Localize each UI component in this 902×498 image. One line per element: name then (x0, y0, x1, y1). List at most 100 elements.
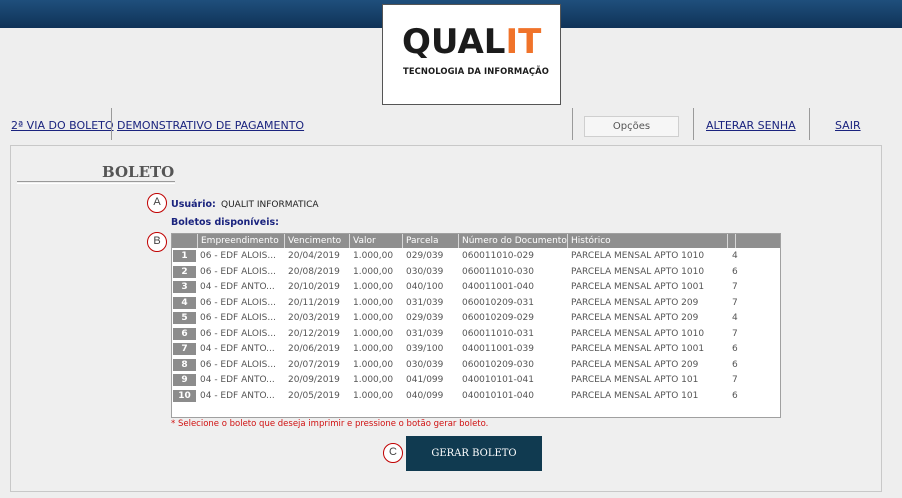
table-row[interactable]: 9 04 - EDF ANTO... 20/09/2019 1.000,00 0… (172, 373, 780, 388)
table-row[interactable]: 3 04 - EDF ANTO... 20/10/2019 1.000,00 0… (172, 280, 780, 295)
cell-historico: PARCELA MENSAL APTO 1010 (571, 251, 705, 261)
cell-vencimento: 20/11/2019 (288, 297, 340, 308)
column-header-parcela: Parcela (402, 234, 458, 248)
cell-extra: 7 (732, 328, 738, 339)
table-row[interactable]: 8 06 - EDF ALOIS... 20/07/2019 1.000,00 … (172, 358, 780, 373)
cell-parcela: 029/039 (406, 251, 444, 261)
page-title: BOLETO (102, 163, 175, 181)
cell-numero-documento: 060011010-030 (462, 266, 534, 277)
cell-parcela: 041/099 (406, 375, 444, 385)
title-underline (17, 181, 175, 184)
cell-empreendimento: 06 - EDF ALOIS... (200, 313, 276, 323)
company-logo: QUALIT TECNOLOGIA DA INFORMAÇÃO (382, 4, 561, 105)
cell-parcela: 030/039 (406, 266, 444, 277)
cell-empreendimento: 06 - EDF ALOIS... (200, 297, 276, 308)
cell-extra: 6 (732, 266, 738, 277)
instruction-text: * Selecione o boleto que deseja imprimir… (171, 419, 489, 429)
logo-wordmark: QUALIT (402, 25, 541, 59)
cell-empreendimento: 06 - EDF ALOIS... (200, 266, 276, 277)
cell-empreendimento: 04 - EDF ANTO... (200, 375, 275, 385)
nav-divider (111, 108, 112, 140)
cell-extra: 7 (732, 297, 738, 308)
cell-historico: PARCELA MENSAL APTO 209 (571, 297, 699, 308)
cell-valor: 1.000,00 (353, 251, 394, 261)
row-select-button[interactable]: 1 (173, 250, 196, 262)
nav-divider (693, 108, 694, 140)
cell-empreendimento: 06 - EDF ALOIS... (200, 359, 276, 370)
column-header-extra-2 (735, 234, 780, 248)
cell-extra: 7 (732, 375, 738, 385)
cell-historico: PARCELA MENSAL APTO 1010 (571, 266, 705, 277)
table-row[interactable]: 2 06 - EDF ALOIS... 20/08/2019 1.000,00 … (172, 265, 780, 280)
cell-parcela: 040/100 (406, 282, 444, 292)
row-select-button[interactable]: 3 (173, 281, 196, 293)
cell-vencimento: 20/05/2019 (288, 390, 340, 401)
cell-historico: PARCELA MENSAL APTO 1001 (571, 344, 705, 354)
cell-parcela: 029/039 (406, 313, 444, 323)
table-row[interactable]: 7 04 - EDF ANTO... 20/06/2019 1.000,00 0… (172, 342, 780, 357)
cell-vencimento: 20/06/2019 (288, 344, 340, 354)
nav-link-sair[interactable]: SAIR (835, 119, 861, 132)
logo-brand-accent: IT (505, 22, 542, 62)
column-header-empreendimento: Empreendimento (197, 234, 282, 248)
cell-historico: PARCELA MENSAL APTO 101 (571, 375, 699, 385)
user-label: Usuário: (171, 199, 216, 210)
cell-numero-documento: 040010101-041 (462, 375, 534, 385)
table-row[interactable]: 1 06 - EDF ALOIS... 20/04/2019 1.000,00 … (172, 249, 780, 264)
cell-numero-documento: 060010209-029 (462, 313, 534, 323)
nav-link-demonstrativo[interactable]: DEMONSTRATIVO DE PAGAMENTO (117, 119, 304, 132)
cell-historico: PARCELA MENSAL APTO 209 (571, 313, 699, 323)
cell-vencimento: 20/04/2019 (288, 251, 340, 261)
nav-divider (572, 108, 573, 140)
cell-vencimento: 20/12/2019 (288, 328, 340, 339)
row-select-button[interactable]: 8 (173, 358, 196, 371)
cell-extra: 4 (732, 251, 738, 261)
cell-vencimento: 20/03/2019 (288, 313, 340, 323)
cell-parcela: 040/099 (406, 390, 444, 401)
cell-extra: 4 (732, 313, 738, 323)
cell-vencimento: 20/08/2019 (288, 266, 340, 277)
logo-tagline: TECNOLOGIA DA INFORMAÇÃO (403, 66, 549, 76)
row-select-button[interactable]: 7 (173, 343, 196, 355)
boletos-table: Empreendimento Vencimento Valor Parcela … (171, 233, 781, 418)
row-select-button[interactable]: 10 (173, 389, 196, 402)
cell-vencimento: 20/10/2019 (288, 282, 340, 292)
table-header: Empreendimento Vencimento Valor Parcela … (172, 234, 780, 248)
cell-vencimento: 20/07/2019 (288, 359, 340, 370)
cell-empreendimento: 06 - EDF ALOIS... (200, 328, 276, 339)
cell-historico: PARCELA MENSAL APTO 209 (571, 359, 699, 370)
cell-valor: 1.000,00 (353, 313, 394, 323)
opcoes-button[interactable]: Opções (584, 116, 679, 137)
row-select-button[interactable]: 4 (173, 296, 196, 309)
cell-vencimento: 20/09/2019 (288, 375, 340, 385)
cell-numero-documento: 060011010-031 (462, 328, 534, 339)
table-row[interactable]: 6 06 - EDF ALOIS... 20/12/2019 1.000,00 … (172, 327, 780, 342)
row-select-button[interactable]: 5 (173, 312, 196, 324)
logo-brand-main: QUAL (402, 22, 506, 62)
column-header-historico: Histórico (567, 234, 727, 248)
cell-extra: 6 (732, 344, 738, 354)
cell-valor: 1.000,00 (353, 344, 394, 354)
row-select-button[interactable]: 2 (173, 265, 196, 278)
cell-parcela: 031/039 (406, 297, 444, 308)
cell-valor: 1.000,00 (353, 375, 394, 385)
table-row[interactable]: 5 06 - EDF ALOIS... 20/03/2019 1.000,00 … (172, 311, 780, 326)
gerar-boleto-button[interactable]: GERAR BOLETO (406, 436, 542, 471)
column-header-extra-1 (727, 234, 735, 248)
table-row[interactable]: 10 04 - EDF ANTO... 20/05/2019 1.000,00 … (172, 389, 780, 404)
cell-parcela: 031/039 (406, 328, 444, 339)
annotation-marker-a: A (147, 193, 167, 213)
cell-numero-documento: 040010101-040 (462, 390, 534, 401)
table-row[interactable]: 4 06 - EDF ALOIS... 20/11/2019 1.000,00 … (172, 296, 780, 311)
cell-empreendimento: 06 - EDF ALOIS... (200, 251, 276, 261)
row-select-button[interactable]: 6 (173, 327, 196, 340)
column-header-numero-documento: Número do Documento (458, 234, 567, 248)
cell-numero-documento: 040011001-039 (462, 344, 534, 354)
cell-valor: 1.000,00 (353, 282, 394, 292)
nav-link-alterar-senha[interactable]: ALTERAR SENHA (706, 119, 796, 132)
nav-link-segunda-via[interactable]: 2ª VIA DO BOLETO (11, 119, 114, 132)
cell-historico: PARCELA MENSAL APTO 1001 (571, 282, 705, 292)
user-value: QUALIT INFORMATICA (221, 200, 319, 210)
row-select-button[interactable]: 9 (173, 374, 196, 386)
cell-extra: 6 (732, 390, 738, 401)
